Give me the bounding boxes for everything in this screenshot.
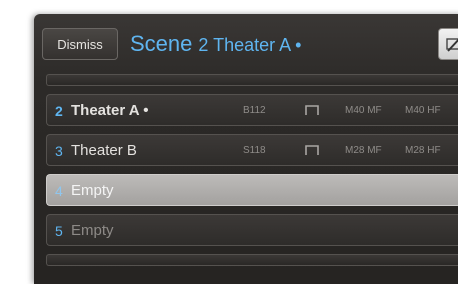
scene-row[interactable]: 3 Theater B S118 M28 MF M28 HF (46, 134, 458, 166)
row-number: 3 (55, 143, 63, 159)
dismiss-button[interactable]: Dismiss (42, 28, 118, 60)
scene-row[interactable]: 5 Empty (46, 214, 458, 246)
scene-name: 2 Theater A • (198, 35, 302, 55)
row-code: B112 (243, 105, 266, 116)
image-slash-button[interactable] (438, 28, 458, 60)
bracket-icon (305, 105, 319, 115)
scene-strip (46, 74, 458, 86)
row-label: Empty (71, 182, 114, 199)
row-value-hf: M28 HF (405, 145, 441, 156)
row-label: Theater B (71, 142, 137, 159)
row-label: Empty (71, 222, 114, 239)
row-label: Theater A • (71, 102, 149, 119)
row-value-hf: M40 HF (405, 105, 441, 116)
scene-row[interactable]: 2 Theater A • B112 M40 MF M40 HF (46, 94, 458, 126)
row-code: S118 (243, 145, 266, 156)
scene-word: Scene (130, 31, 193, 56)
scene-panel: Dismiss Scene 2 Theater A • 2 Theater A •… (34, 14, 458, 284)
row-value-mf: M28 MF (345, 145, 382, 156)
row-number: 2 (55, 103, 63, 119)
image-slash-icon (446, 38, 458, 52)
page-title: Scene 2 Theater A • (130, 31, 301, 57)
bracket-icon (305, 145, 319, 155)
scene-row-selected[interactable]: 4 Empty (46, 174, 458, 206)
row-value-mf: M40 MF (345, 105, 382, 116)
scene-strip-bottom (46, 254, 458, 266)
panel-header: Dismiss Scene 2 Theater A • (34, 14, 458, 72)
row-number: 5 (55, 223, 63, 239)
row-number: 4 (55, 183, 63, 199)
